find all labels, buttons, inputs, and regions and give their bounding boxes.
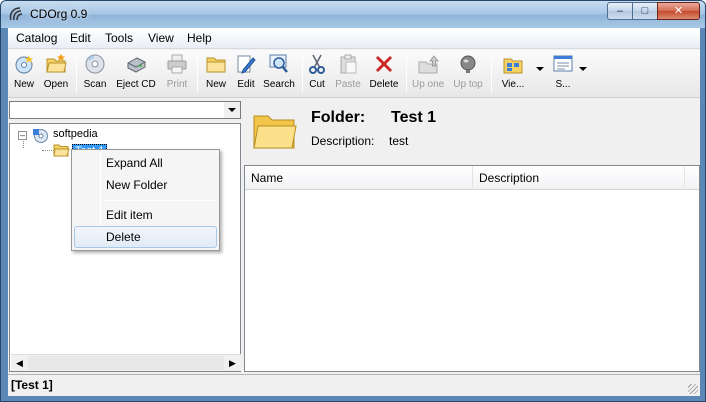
tree-connector [42, 150, 52, 151]
menu-help[interactable]: Help [187, 31, 212, 45]
folder-open-icon [53, 144, 70, 157]
paste-icon [340, 54, 357, 74]
open-button[interactable]: Open [42, 53, 70, 95]
status-bar: [Test 1] [8, 374, 700, 396]
toolbar-separator [491, 56, 492, 92]
folder-label: Folder: [311, 109, 366, 126]
delete-button[interactable]: Delete [369, 53, 399, 95]
cut-button[interactable]: Cut [306, 53, 328, 95]
view-icon [503, 58, 523, 74]
menu-edit[interactable]: Edit [70, 31, 91, 45]
up-one-icon [418, 55, 439, 74]
menu-catalog[interactable]: Catalog [16, 31, 57, 45]
up-top-globe-icon [460, 55, 476, 73]
menu-tools[interactable]: Tools [105, 31, 133, 45]
folder-header: Folder: Test 1 Description: test [244, 99, 700, 163]
scissors-icon [309, 54, 325, 74]
s-dropdown-arrow[interactable] [579, 67, 587, 71]
menu-bar: Catalog Edit Tools View Help [8, 28, 700, 49]
menu-item-new-folder[interactable]: New Folder [74, 174, 217, 196]
new-catalog-button[interactable]: New [10, 53, 38, 95]
delete-x-icon [375, 55, 393, 73]
menu-view[interactable]: View [148, 31, 174, 45]
folder-name: Test 1 [391, 109, 437, 126]
minimize-button[interactable]: – [607, 2, 633, 20]
title-bar[interactable]: CDOrg 0.9 – □ ✕ [1, 1, 705, 28]
menu-item-edit-item[interactable]: Edit item [74, 204, 217, 226]
app-window: CDOrg 0.9 – □ ✕ Catalog Edit Tools View … [0, 0, 706, 402]
printer-icon [167, 54, 187, 74]
eject-cd-button[interactable]: Eject CD [115, 53, 157, 95]
edit-icon [237, 55, 256, 74]
status-text: [Test 1] [11, 378, 53, 392]
view-button[interactable]: Vie... [497, 53, 529, 95]
open-folder-icon [46, 54, 67, 73]
paste-button[interactable]: Paste [334, 53, 362, 95]
menu-item-expand-all[interactable]: Expand All [74, 152, 217, 174]
tree-collapse-toggle[interactable]: – [18, 131, 27, 140]
maximize-button[interactable]: □ [632, 2, 658, 20]
large-folder-icon [253, 115, 297, 149]
toolbar-separator [76, 56, 77, 92]
cd-scan-icon [85, 54, 105, 74]
description-value: test [389, 134, 409, 148]
new-folder-button[interactable]: New [202, 53, 230, 95]
edit-button[interactable]: Edit [232, 53, 260, 95]
toolbar: New Open Scan Eject CD Print New Edit Se… [8, 50, 700, 98]
chevron-down-icon[interactable] [224, 102, 240, 118]
column-header-name[interactable]: Name [245, 166, 473, 190]
resize-grip-icon[interactable] [688, 384, 698, 394]
app-logo-icon [9, 7, 23, 21]
scan-button[interactable]: Scan [81, 53, 109, 95]
sort-list-icon [553, 55, 573, 72]
scroll-left-icon[interactable]: ◀ [11, 355, 28, 371]
menu-separator [104, 200, 216, 201]
menu-item-delete[interactable]: Delete [74, 226, 217, 248]
tree-root-label[interactable]: softpedia [53, 128, 98, 140]
s-button[interactable]: S... [548, 53, 578, 95]
print-button[interactable]: Print [163, 53, 191, 95]
toolbar-separator [302, 56, 303, 92]
folder-contents-list[interactable]: Name Description [244, 165, 700, 372]
horizontal-scrollbar[interactable]: ◀ ▶ [11, 354, 241, 371]
description-label: Description: [311, 134, 375, 148]
search-button[interactable]: Search [262, 53, 296, 95]
scroll-right-icon[interactable]: ▶ [224, 355, 241, 371]
view-dropdown-arrow[interactable] [536, 67, 544, 71]
toolbar-separator [197, 56, 198, 92]
catalog-combo[interactable] [9, 101, 241, 119]
new-catalog-icon [15, 55, 33, 74]
eject-drive-icon [127, 57, 146, 73]
catalog-disc-icon [33, 129, 48, 143]
toolbar-separator [406, 56, 407, 92]
up-top-button[interactable]: Up top [451, 53, 485, 95]
context-menu: Expand All New Folder Edit item Delete [71, 149, 220, 251]
tree-connector [23, 141, 24, 148]
up-one-button[interactable]: Up one [412, 53, 444, 95]
search-icon [269, 54, 288, 73]
list-header: Name Description [245, 166, 699, 190]
column-header-description[interactable]: Description [473, 166, 685, 190]
scroll-track[interactable] [28, 356, 224, 370]
window-title: CDOrg 0.9 [30, 7, 88, 21]
close-button[interactable]: ✕ [657, 2, 700, 20]
new-folder-icon [206, 57, 226, 73]
folder-detail-pane: Folder: Test 1 Description: test Name De… [244, 99, 700, 372]
